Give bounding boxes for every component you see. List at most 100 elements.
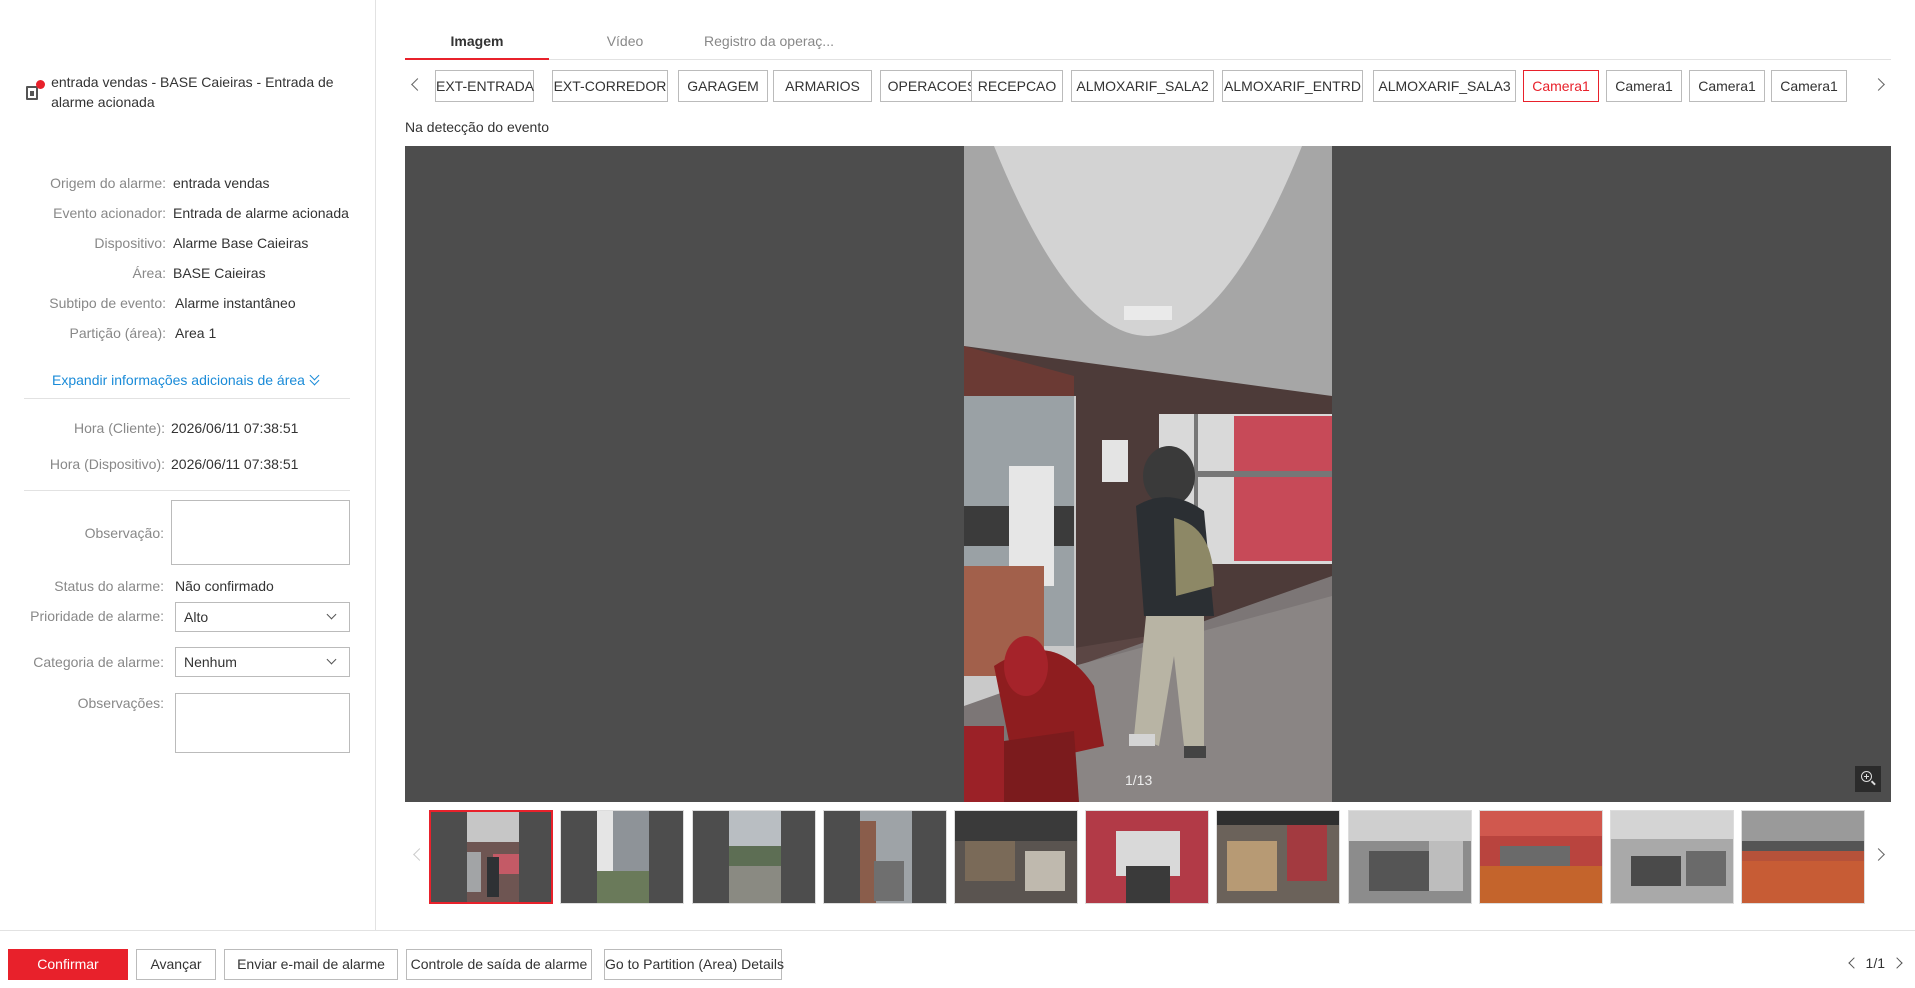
status-value: Não confirmado [175, 578, 274, 594]
alarm-details-panel: entrada vendas - BASE Caieiras - Entrada… [0, 0, 376, 930]
detail-value: Entrada de alarme acionada [173, 205, 349, 221]
tab-imagem[interactable]: Imagem [405, 24, 549, 60]
status-label: Status do alarme: [54, 578, 164, 594]
send-alarm-email-button[interactable]: Enviar e-mail de alarme [224, 949, 398, 980]
camera-tab[interactable]: ALMOXARIF_SALA3 [1373, 70, 1516, 102]
camera-tab[interactable]: RECEPCAO [971, 70, 1063, 102]
detail-value: entrada vendas [173, 175, 270, 191]
camera-tab[interactable]: Camera1 [1689, 70, 1765, 102]
tab-registro[interactable]: Registro da operaç... [689, 24, 849, 60]
camera-tab[interactable]: Camera1 [1771, 70, 1847, 102]
view-tabs: Imagem Vídeo Registro da operaç... [405, 24, 1891, 60]
time-row-dispositivo: Hora (Dispositivo): 2026/06/11 07:38:51 [0, 454, 376, 474]
action-bar: Confirmar Avançar Enviar e-mail de alarm… [0, 930, 1915, 988]
time-value: 2026/06/11 07:38:51 [171, 420, 299, 436]
detail-label: Origem do alarme: [50, 175, 166, 191]
alarm-header: entrada vendas - BASE Caieiras - Entrada… [24, 72, 354, 112]
chevron-left-icon[interactable] [411, 78, 424, 91]
time-label: Hora (Dispositivo): [49, 456, 165, 472]
zoom-in-icon[interactable] [1855, 766, 1881, 792]
thumbnail[interactable] [429, 810, 553, 904]
camera-tab[interactable]: EXT-CORREDOR [552, 70, 668, 102]
expand-area-info-link[interactable]: Expandir informações adicionais de área [52, 372, 321, 388]
image-counter: 1/13 [1125, 772, 1153, 788]
thumbnail-image [561, 811, 683, 903]
thumbnail[interactable] [954, 810, 1078, 904]
alarm-device-icon [24, 80, 45, 106]
chevron-right-icon[interactable] [1872, 848, 1885, 861]
chevron-left-icon[interactable] [1847, 957, 1860, 969]
thumbnail[interactable] [560, 810, 684, 904]
thumbnail[interactable] [1085, 810, 1209, 904]
camera-tab[interactable]: EXT-ENTRADA [435, 70, 534, 102]
camera-strip: EXT-ENTRADA EXT-CORREDOR GARAGEM ARMARIO… [405, 70, 1891, 102]
chevron-right-icon[interactable] [1891, 957, 1903, 969]
detail-row-dispositivo: Dispositivo: Alarme Base Caieiras [0, 233, 376, 253]
camera-tab[interactable]: ALMOXARIF_SALA2 [1071, 70, 1214, 102]
priority-select[interactable]: Alto [175, 602, 350, 632]
chevron-left-icon[interactable] [413, 848, 426, 861]
time-row-cliente: Hora (Cliente): 2026/06/11 07:38:51 [0, 418, 376, 438]
observacao-label: Observação: [84, 525, 164, 541]
camera-tab[interactable]: GARAGEM [678, 70, 768, 102]
next-button[interactable]: Avançar [136, 949, 216, 980]
camera-tab[interactable]: ALMOXARIF_ENTRD [1222, 70, 1363, 102]
chevron-down-icon [326, 654, 337, 665]
detail-row-evento: Evento acionador: Entrada de alarme acio… [0, 203, 376, 223]
detail-label: Partição (área): [69, 325, 166, 341]
double-chevron-down-icon [309, 374, 321, 386]
thumbnail[interactable] [692, 810, 816, 904]
detail-value: Area 1 [175, 325, 217, 341]
priority-selected-value: Alto [184, 609, 209, 625]
detail-value: BASE Caieiras [173, 265, 266, 281]
pager: 1/1 [1847, 955, 1903, 971]
camera-tab[interactable]: OPERACOES [880, 70, 984, 102]
thumbnail-image [1217, 811, 1339, 903]
detail-label: Evento acionador: [53, 205, 166, 221]
thumbnail-image [1742, 811, 1864, 903]
chevron-down-icon [326, 609, 337, 620]
thumbnail-image [431, 812, 551, 902]
image-viewer[interactable]: 1/13 [405, 146, 1891, 802]
thumbnail[interactable] [1610, 810, 1734, 904]
chevron-right-icon[interactable] [1872, 78, 1885, 91]
category-select[interactable]: Nenhum [175, 647, 350, 677]
priority-label: Prioridade de alarme: [30, 608, 164, 624]
thumbnail[interactable] [823, 810, 947, 904]
thumbnail-image [1480, 811, 1602, 903]
thumbnail-image [955, 811, 1077, 903]
event-caption: Na detecção do evento [405, 119, 549, 135]
observacoes-label: Observações: [77, 695, 164, 711]
category-selected-value: Nenhum [184, 654, 237, 670]
detail-label: Subtipo de evento: [49, 295, 166, 311]
thumbnail-image [1349, 811, 1471, 903]
observacoes-field[interactable] [175, 693, 350, 753]
pager-text: 1/1 [1865, 955, 1885, 971]
camera-tab[interactable]: Camera1 [1606, 70, 1682, 102]
snapshot-image [964, 146, 1332, 802]
detail-row-subtipo: Subtipo de evento: Alarme instantâneo [0, 293, 376, 313]
thumbnail-image [693, 811, 815, 903]
thumbnail-strip [405, 808, 1891, 904]
category-label: Categoria de alarme: [33, 654, 164, 670]
alarm-title: entrada vendas - BASE Caieiras - Entrada… [51, 74, 334, 110]
thumbnail[interactable] [1216, 810, 1340, 904]
thumbnail-image [824, 811, 946, 903]
detail-label: Área: [132, 265, 166, 281]
thumbnail[interactable] [1348, 810, 1472, 904]
camera-tab-active[interactable]: Camera1 [1523, 70, 1599, 102]
time-value: 2026/06/11 07:38:51 [171, 456, 299, 472]
observacao-field[interactable] [171, 500, 350, 565]
tab-video[interactable]: Vídeo [575, 24, 675, 60]
camera-tab[interactable]: ARMARIOS [773, 70, 872, 102]
confirm-button[interactable]: Confirmar [8, 949, 128, 980]
detail-value: Alarme Base Caieiras [173, 235, 309, 251]
alarm-output-control-button[interactable]: Controle de saída de alarme [406, 949, 592, 980]
divider [24, 490, 350, 491]
detail-row-origem: Origem do alarme: entrada vendas [0, 173, 376, 193]
thumbnail[interactable] [1479, 810, 1603, 904]
thumbnail[interactable] [1741, 810, 1865, 904]
detail-label: Dispositivo: [94, 235, 166, 251]
event-snapshot [964, 146, 1332, 802]
partition-details-button[interactable]: Go to Partition (Area) Details [604, 949, 784, 980]
